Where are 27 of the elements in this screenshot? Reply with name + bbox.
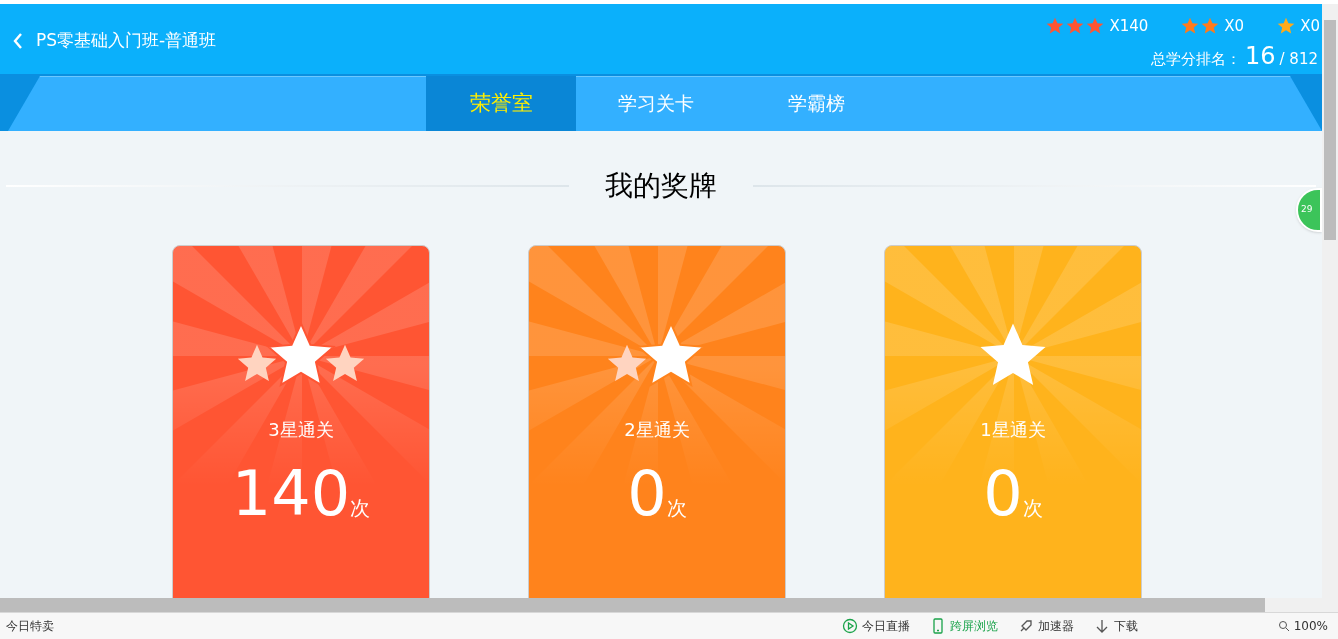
rank-label: 总学分排名：: [1151, 48, 1241, 70]
back-icon[interactable]: [12, 31, 24, 50]
medal-title: 1星通关: [980, 418, 1046, 442]
medal-unit: 次: [350, 495, 371, 522]
course-title: PS零基础入门班-普通班: [36, 29, 217, 52]
rank-total: / 812: [1279, 48, 1318, 70]
horizontal-scrollbar[interactable]: [0, 598, 1338, 612]
search-icon: [1277, 620, 1290, 632]
medal-title: 3星通关: [268, 418, 334, 442]
vertical-scrollbar[interactable]: [1322, 4, 1338, 598]
medal-unit: 次: [666, 495, 687, 522]
medal-count: 140: [231, 463, 351, 525]
section-title: 我的奖牌: [605, 168, 717, 204]
play-icon: [841, 618, 858, 634]
status-item[interactable]: 今日直播: [841, 617, 910, 635]
medal-count: 0: [627, 463, 667, 525]
star-count: X0: [1224, 16, 1245, 37]
star-count: X0: [1300, 16, 1320, 37]
status-item[interactable]: 加速器: [1017, 617, 1074, 635]
status-link[interactable]: 今日特卖: [6, 617, 54, 635]
medal-title: 2星通关: [624, 418, 690, 442]
star-count: X140: [1109, 16, 1149, 37]
zoom-level[interactable]: 100%: [1293, 617, 1328, 635]
medal-count: 0: [983, 463, 1023, 525]
rank-value: 16: [1245, 40, 1276, 72]
status-item[interactable]: 下载: [1093, 617, 1138, 635]
medal-unit: 次: [1022, 495, 1043, 522]
